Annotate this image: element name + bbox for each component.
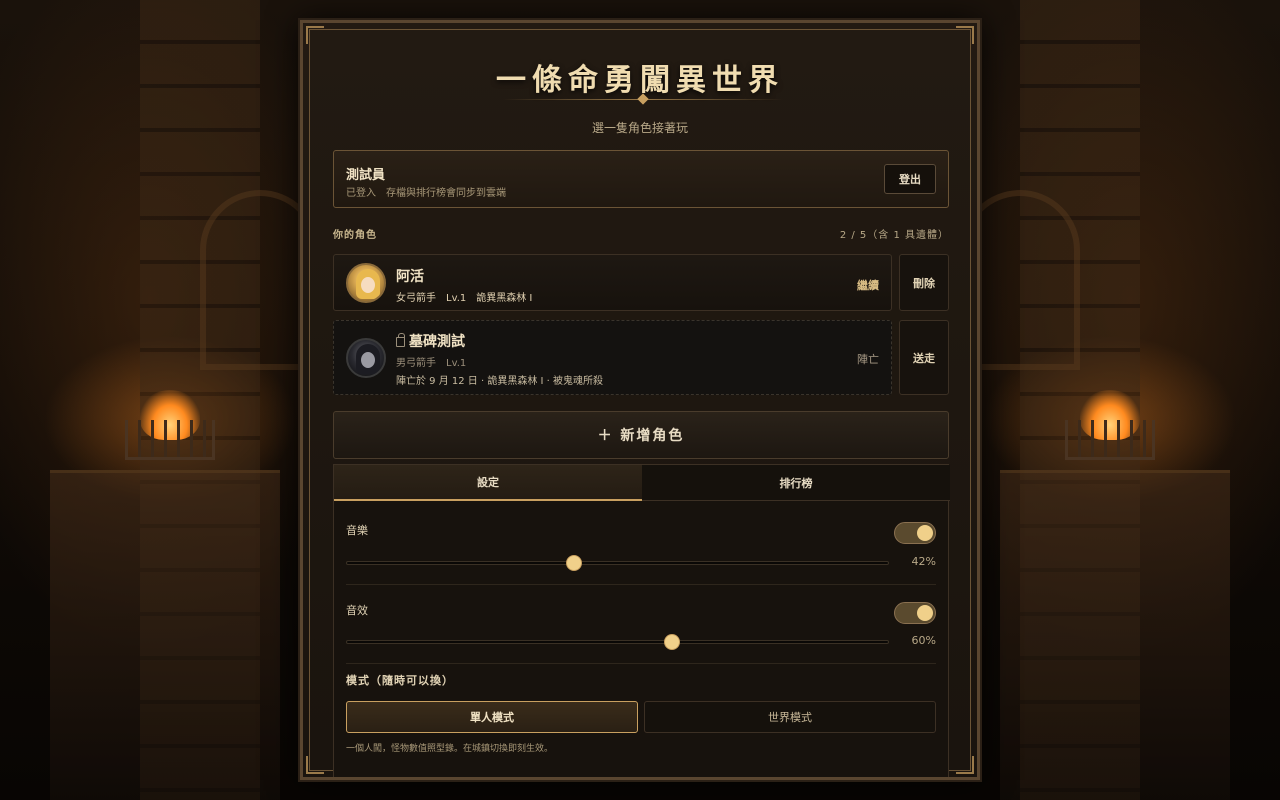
character-class-level: 男弓箭手 Lv.1 — [396, 358, 467, 369]
character-row-dead[interactable]: 墓碑測試 男弓箭手 Lv.1 陣亡於 9 月 12 日 · 詭異黑森林 I · … — [333, 320, 892, 395]
background-pedestal-left — [50, 470, 280, 800]
character-name-row: 墓碑測試 — [396, 331, 465, 351]
music-volume-value: 42% — [911, 555, 936, 568]
corner-ornament — [306, 26, 324, 44]
corner-ornament — [956, 756, 974, 774]
slider-thumb[interactable] — [663, 634, 680, 650]
world-mode-button[interactable]: 世界模式 — [644, 701, 936, 733]
roster-count: 2 / 5（含 1 具遺體） — [839, 230, 949, 241]
character-name: 阿活 — [396, 269, 424, 285]
dead-status: 陣亡 — [857, 353, 879, 366]
new-character-button[interactable]: ＋ 新增角色 — [333, 411, 949, 459]
lock-icon — [396, 333, 405, 347]
game-title: 一條命勇闖異世界 — [496, 63, 784, 98]
slider-thumb[interactable] — [566, 555, 583, 571]
dismiss-character-button[interactable]: 送走 — [899, 320, 949, 395]
music-label: 音樂 — [346, 524, 368, 537]
solo-mode-button[interactable]: 單人模式 — [346, 701, 638, 733]
background-pedestal-right — [1000, 470, 1230, 800]
logout-button[interactable]: 登出 — [884, 164, 936, 194]
character-portrait — [346, 263, 386, 303]
corner-ornament — [956, 26, 974, 44]
character-portrait — [346, 338, 386, 378]
delete-character-button[interactable]: 刪除 — [899, 254, 949, 311]
settings-panel: 設定 排行榜 音樂 42% 音效 60% 模式（隨時可以換） 單人模式 世界模式… — [333, 464, 950, 777]
brazier-left — [115, 390, 225, 470]
mode-title: 模式（隨時可以換） — [346, 674, 454, 687]
continue-button[interactable]: 繼續 — [857, 277, 879, 293]
account-name: 測試員 — [346, 168, 386, 183]
character-select-panel: 一條命勇闖異世界 選一隻角色接著玩 測試員 已登入 存檔與排行榜會同步到雲端 登… — [300, 20, 980, 780]
account-box: 測試員 已登入 存檔與排行榜會同步到雲端 登出 — [333, 150, 949, 208]
brazier-right — [1055, 390, 1165, 470]
tab-settings[interactable]: 設定 — [334, 465, 642, 501]
corner-ornament — [306, 756, 324, 774]
page-subtitle: 選一隻角色接著玩 — [591, 121, 688, 135]
sfx-volume-slider[interactable] — [346, 634, 889, 650]
roster-heading: 你的角色 — [333, 230, 377, 241]
roster-header: 你的角色 2 / 5（含 1 具遺體） — [333, 226, 949, 241]
sfx-label: 音效 — [346, 604, 368, 617]
character-name: 墓碑測試 — [409, 334, 465, 350]
music-volume-slider[interactable] — [346, 555, 889, 571]
character-meta: 女弓箭手 Lv.1 詭異黑森林 I — [396, 293, 533, 304]
sfx-volume-value: 60% — [911, 634, 936, 647]
account-status: 已登入 存檔與排行榜會同步到雲端 — [346, 188, 506, 199]
character-death-note: 陣亡於 9 月 12 日 · 詭異黑森林 I · 被鬼魂所殺 — [396, 376, 604, 387]
music-toggle[interactable] — [894, 522, 936, 544]
sfx-toggle[interactable] — [894, 602, 936, 624]
mode-note: 一個人闖，怪物數值照型錄。在城鎮切換即刻生效。 — [346, 744, 554, 754]
character-row-alive[interactable]: 阿活 女弓箭手 Lv.1 詭異黑森林 I 繼續 — [333, 254, 892, 311]
tab-leaderboard[interactable]: 排行榜 — [642, 465, 950, 501]
